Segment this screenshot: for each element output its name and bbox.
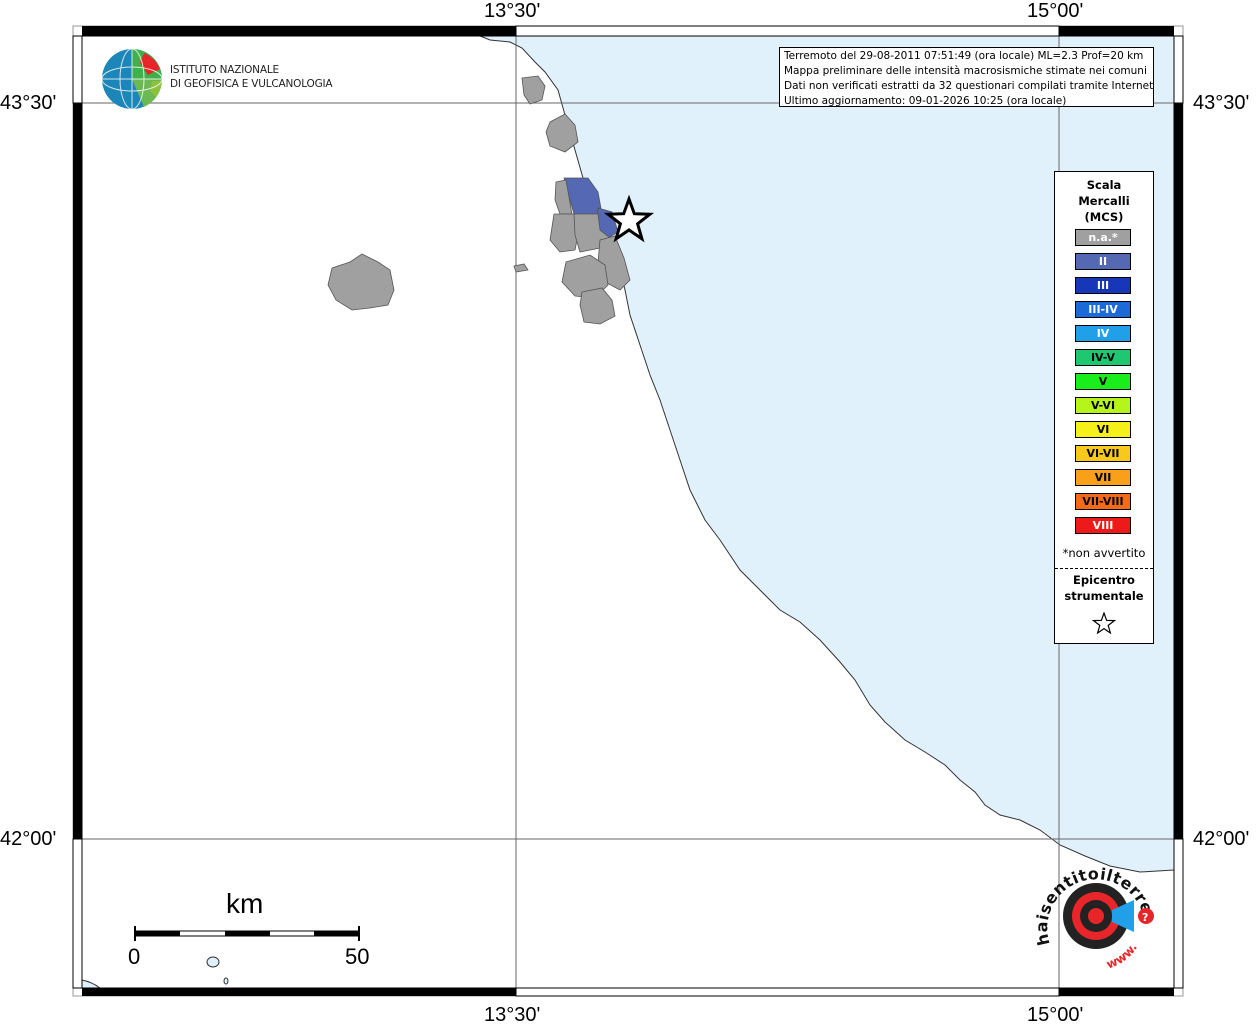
island: [223, 977, 229, 985]
scale-bar-max-label: 50: [345, 944, 370, 969]
ingv-logo-icon: [101, 48, 163, 110]
lat-label-43-30-left: 43°30': [0, 92, 57, 114]
legend-title-line3: (MCS): [1084, 210, 1124, 224]
lon-label-13-30-top: 13°30': [484, 0, 541, 22]
legend-swatch: II: [1075, 253, 1131, 270]
legend-epicenter-star-icon: [1092, 612, 1116, 634]
event-info-line4: Ultimo aggiornamento: 09-01-2026 10:25 (…: [784, 95, 1067, 107]
legend-epicenter-line2: strumentale: [1064, 589, 1144, 603]
lat-label-42-00-right: 42°00': [1193, 828, 1250, 850]
legend-swatch: VI: [1075, 421, 1131, 438]
island: [206, 956, 220, 968]
legend-swatch: III: [1075, 277, 1131, 294]
legend-swatch: n.a.*: [1075, 229, 1131, 246]
event-info-line3: Dati non verificati estratti da 32 quest…: [784, 80, 1154, 92]
legend-swatch: III-IV: [1075, 301, 1131, 318]
legend-epicenter-line1: Epicentro: [1073, 573, 1135, 587]
hsit-logo-question-mark: ?: [1142, 911, 1148, 924]
legend-swatch: VI-VII: [1075, 445, 1131, 462]
event-info-line1: Terremoto del 29-08-2011 07:51:49 (ora l…: [784, 50, 1144, 62]
legend-class-list: n.a.* II III III-IV IV IV-V V V-VI VI VI-VII VII VI…: [1075, 229, 1131, 541]
scale-bar-unit: km: [226, 888, 264, 919]
ingv-name-line2: DI GEOFISICA E VULCANOLOGIA: [170, 78, 333, 90]
lat-label-42-00-left: 42°00': [0, 828, 57, 850]
ingv-name-line1: ISTITUTO NAZIONALE: [170, 64, 279, 76]
legend-epicenter-label: Epicentro strumentale: [1055, 572, 1153, 604]
hsit-logo-icon: haisentitoilterremoto.it www. ?: [1030, 852, 1157, 972]
legend-swatch: VIII: [1075, 517, 1131, 534]
event-info-line2: Mappa preliminare delle intensità macros…: [784, 65, 1147, 77]
legend-swatch: VII-VIII: [1075, 493, 1131, 510]
legend-swatch: IV-V: [1075, 349, 1131, 366]
lat-label-43-30-right: 43°30': [1193, 92, 1250, 114]
legend-title-line2: Mercalli: [1078, 194, 1130, 208]
legend-title-line1: Scala: [1086, 178, 1122, 192]
lon-label-15-00-top: 15°00': [1027, 0, 1084, 22]
scale-bar-min-label: 0: [128, 944, 141, 969]
event-info-box: Terremoto del 29-08-2011 07:51:49 (ora l…: [779, 47, 1154, 107]
legend-swatch: IV: [1075, 325, 1131, 342]
legend-divider: [1055, 568, 1153, 569]
legend-note: *non avvertito: [1062, 546, 1146, 560]
mercalli-legend: Scala Mercalli (MCS) n.a.* II III III-IV IV I…: [1054, 171, 1154, 644]
legend-swatch: V-VI: [1075, 397, 1131, 414]
legend-swatch: V: [1075, 373, 1131, 390]
legend-title: Scala Mercalli (MCS): [1055, 177, 1153, 225]
legend-swatch: VII: [1075, 469, 1131, 486]
